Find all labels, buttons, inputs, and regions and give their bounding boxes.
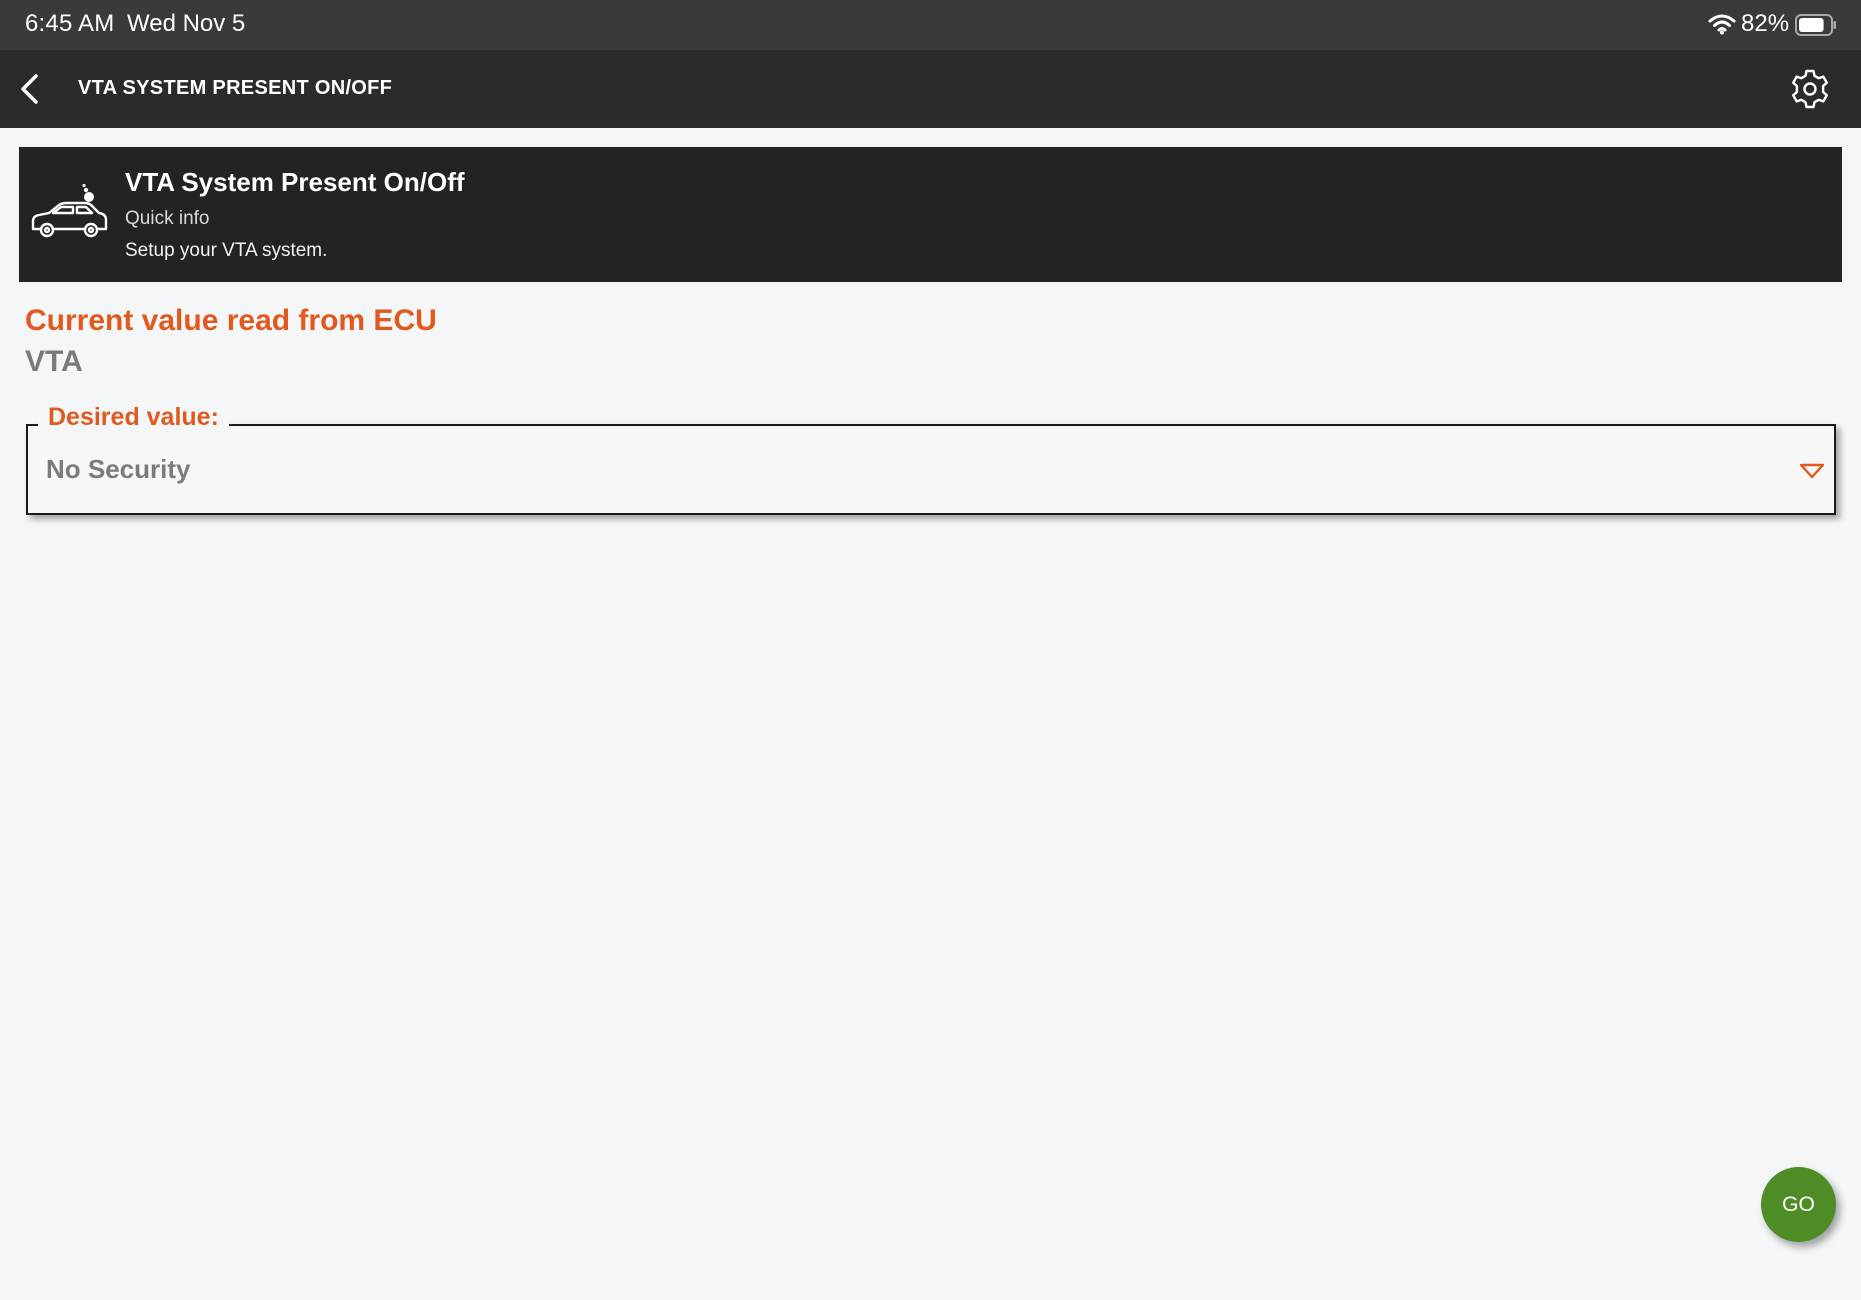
status-time: 6:45 AM	[25, 10, 115, 37]
current-value: VTA	[25, 345, 83, 378]
wifi-icon	[1708, 14, 1736, 35]
back-button[interactable]	[10, 64, 50, 114]
status-date: Wed Nov 5	[127, 10, 246, 37]
battery-icon	[1795, 14, 1836, 36]
app-header: VTA SYSTEM PRESENT ON/OFF	[0, 50, 1861, 128]
go-button[interactable]: GO	[1761, 1167, 1836, 1242]
info-banner: VTA System Present On/Off Quick info Set…	[19, 147, 1842, 282]
battery-percent: 82%	[1741, 10, 1790, 37]
page-title: VTA SYSTEM PRESENT ON/OFF	[78, 77, 393, 99]
chevron-left-icon	[21, 74, 38, 104]
banner-description: Setup your VTA system.	[125, 240, 328, 261]
car-alarm-icon	[31, 183, 108, 238]
banner-subtitle: Quick info	[125, 208, 210, 229]
gear-icon	[1792, 69, 1828, 109]
current-value-label: Current value read from ECU	[25, 304, 437, 337]
chevron-down-icon	[1799, 463, 1825, 479]
desired-value-select[interactable]: No Security	[26, 424, 1836, 515]
status-bar: 6:45 AM Wed Nov 5 82%	[0, 0, 1861, 50]
settings-button[interactable]	[1789, 68, 1831, 110]
go-button-label: GO	[1782, 1192, 1815, 1216]
banner-title: VTA System Present On/Off	[125, 167, 465, 197]
desired-value-selected: No Security	[46, 454, 191, 484]
desired-value-label: Desired value:	[38, 403, 229, 432]
